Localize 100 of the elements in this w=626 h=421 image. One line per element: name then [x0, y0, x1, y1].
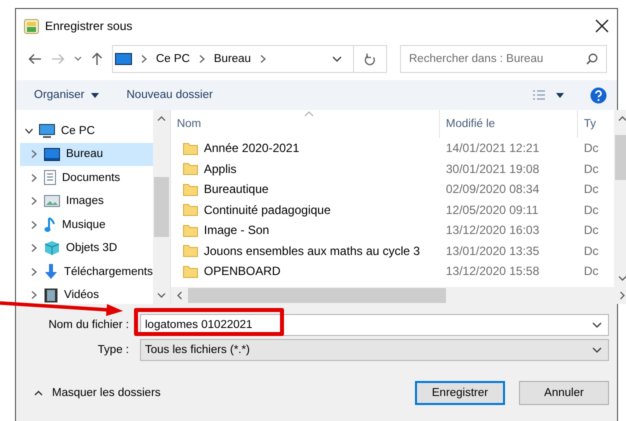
folder-icon — [182, 203, 198, 216]
scrollbar-thumb[interactable] — [614, 135, 626, 180]
vertical-scrollbar[interactable] — [152, 110, 170, 304]
scroll-up-icon[interactable] — [618, 116, 626, 121]
view-caret-icon[interactable] — [556, 92, 564, 98]
column-header[interactable]: Nom — [170, 110, 439, 138]
scroll-down-icon[interactable] — [618, 276, 626, 281]
nav-item[interactable]: Musique — [20, 213, 153, 236]
scroll-down-icon[interactable] — [156, 293, 166, 298]
folder-icon — [182, 142, 198, 155]
recent-caret-icon[interactable] — [74, 56, 82, 62]
nav-item[interactable]: Ce PC — [20, 119, 153, 142]
details-view-icon[interactable] — [532, 88, 546, 102]
download-arrow-icon — [44, 264, 58, 280]
modified-date: 12/05/2020 09:11 — [444, 202, 540, 217]
expand-chevron-icon[interactable] — [25, 126, 33, 135]
file-type: Dc — [582, 264, 600, 278]
organize-menu-button[interactable]: Organiser — [34, 89, 98, 101]
file-type: Dc — [582, 244, 600, 258]
modified-date: 13/12/2020 15:58 — [444, 264, 540, 278]
help-icon[interactable] — [590, 86, 607, 104]
file-type-dropdown[interactable]: Tous les fichiers (*.*) — [140, 339, 609, 361]
film-icon — [44, 288, 58, 303]
column-header[interactable]: Modifié le — [438, 110, 577, 138]
expand-chevron-icon — [30, 174, 38, 182]
cube-icon — [44, 240, 60, 256]
search-icon[interactable] — [586, 53, 598, 65]
up-arrow-icon[interactable] — [91, 52, 103, 66]
nav-item[interactable]: Documents — [20, 166, 153, 190]
modified-date: 13/12/2020 16:03 — [444, 223, 540, 238]
file-name[interactable]: Continuité padagogique — [204, 202, 331, 217]
scroll-left-icon[interactable] — [176, 291, 182, 300]
desktop-icon — [115, 53, 132, 65]
dropdown-caret-icon[interactable] — [592, 322, 602, 328]
filename-label: Nom du fichier : — [47, 319, 130, 331]
file-type: Dc — [582, 182, 600, 196]
music-note-icon — [44, 216, 56, 233]
expand-chevron-icon — [30, 291, 38, 300]
file-name[interactable]: Jouons ensembles aux maths au cycle 3 — [204, 244, 420, 258]
expand-chevron-icon — [30, 150, 38, 158]
folder-icon — [182, 244, 198, 258]
expand-chevron-icon — [30, 220, 38, 229]
file-name[interactable]: Applis — [204, 162, 237, 176]
nav-item[interactable]: Objets 3D — [20, 236, 153, 260]
sort-caret-icon — [304, 111, 314, 117]
file-type: Dc — [582, 202, 600, 217]
dropdown-caret-icon[interactable] — [332, 56, 342, 62]
address-bar[interactable]: Ce PC Bureau — [112, 45, 387, 73]
expand-chevron-icon — [30, 244, 38, 252]
file-type: Dc — [582, 223, 600, 238]
expand-chevron-icon — [30, 197, 38, 206]
save-button[interactable]: Enregistrer — [415, 381, 505, 405]
dropdown-caret-icon[interactable] — [592, 347, 602, 353]
close-icon[interactable] — [595, 19, 609, 33]
picture-icon — [44, 195, 60, 208]
folder-icon — [182, 224, 198, 237]
filename-field[interactable]: logatomes 01022021 — [140, 314, 609, 336]
file-name[interactable]: Bureautique — [204, 182, 269, 196]
file-type: Dc — [582, 162, 600, 176]
expand-chevron-icon — [30, 268, 38, 276]
new-folder-button[interactable]: Nouveau dossier — [126, 89, 213, 101]
column-header[interactable]: Ty — [576, 110, 607, 138]
scroll-right-icon[interactable] — [620, 291, 625, 300]
nav-item[interactable]: Téléchargements — [20, 260, 153, 284]
folder-icon — [182, 182, 198, 196]
folder-icon — [182, 162, 198, 176]
nav-item[interactable]: Bureau — [20, 142, 153, 166]
nav-item[interactable]: Vidéos — [20, 284, 153, 304]
collapse-caret-icon — [34, 390, 43, 396]
scrollbar-thumb[interactable] — [154, 177, 169, 237]
file-type-label: Type : — [96, 344, 130, 356]
nav-item[interactable]: Images — [20, 190, 153, 213]
horizontal-scrollbar[interactable] — [170, 287, 626, 304]
breadcrumb-chevron-icon — [198, 55, 206, 63]
cancel-button[interactable]: Annuler — [519, 381, 609, 405]
breadcrumb-item[interactable]: Bureau — [214, 53, 251, 65]
hide-folders-toggle[interactable]: Masquer les dossiers — [34, 387, 401, 399]
breadcrumb-chevron-icon — [258, 55, 267, 63]
modified-date: 14/01/2021 12:21 — [444, 141, 540, 156]
refresh-icon[interactable] — [364, 52, 376, 66]
document-icon — [44, 170, 56, 186]
file-type: Dc — [582, 141, 600, 156]
scroll-up-icon[interactable] — [156, 116, 166, 121]
back-arrow-icon[interactable] — [28, 53, 42, 65]
modified-date: 02/09/2020 08:34 — [444, 182, 540, 196]
breadcrumb-item[interactable]: Ce PC — [156, 53, 190, 65]
file-name[interactable]: Image - Son — [204, 223, 270, 238]
app-logo-icon — [24, 18, 39, 34]
window-title: Enregistrer sous — [45, 19, 134, 33]
scrollbar-thumb[interactable] — [188, 288, 446, 303]
dropdown-caret-icon — [90, 92, 98, 98]
breadcrumb-chevron-icon — [140, 55, 148, 63]
computer-icon — [39, 124, 55, 138]
vertical-scrollbar[interactable] — [614, 110, 626, 287]
desktop-icon — [44, 148, 60, 161]
file-name[interactable]: Année 2020-2021 — [204, 141, 300, 156]
modified-date: 13/01/2020 13:35 — [444, 244, 540, 258]
modified-date: 30/01/2021 19:08 — [444, 162, 540, 176]
file-name[interactable]: OPENBOARD — [204, 264, 281, 278]
search-field[interactable]: Rechercher dans : Bureau — [400, 45, 607, 73]
